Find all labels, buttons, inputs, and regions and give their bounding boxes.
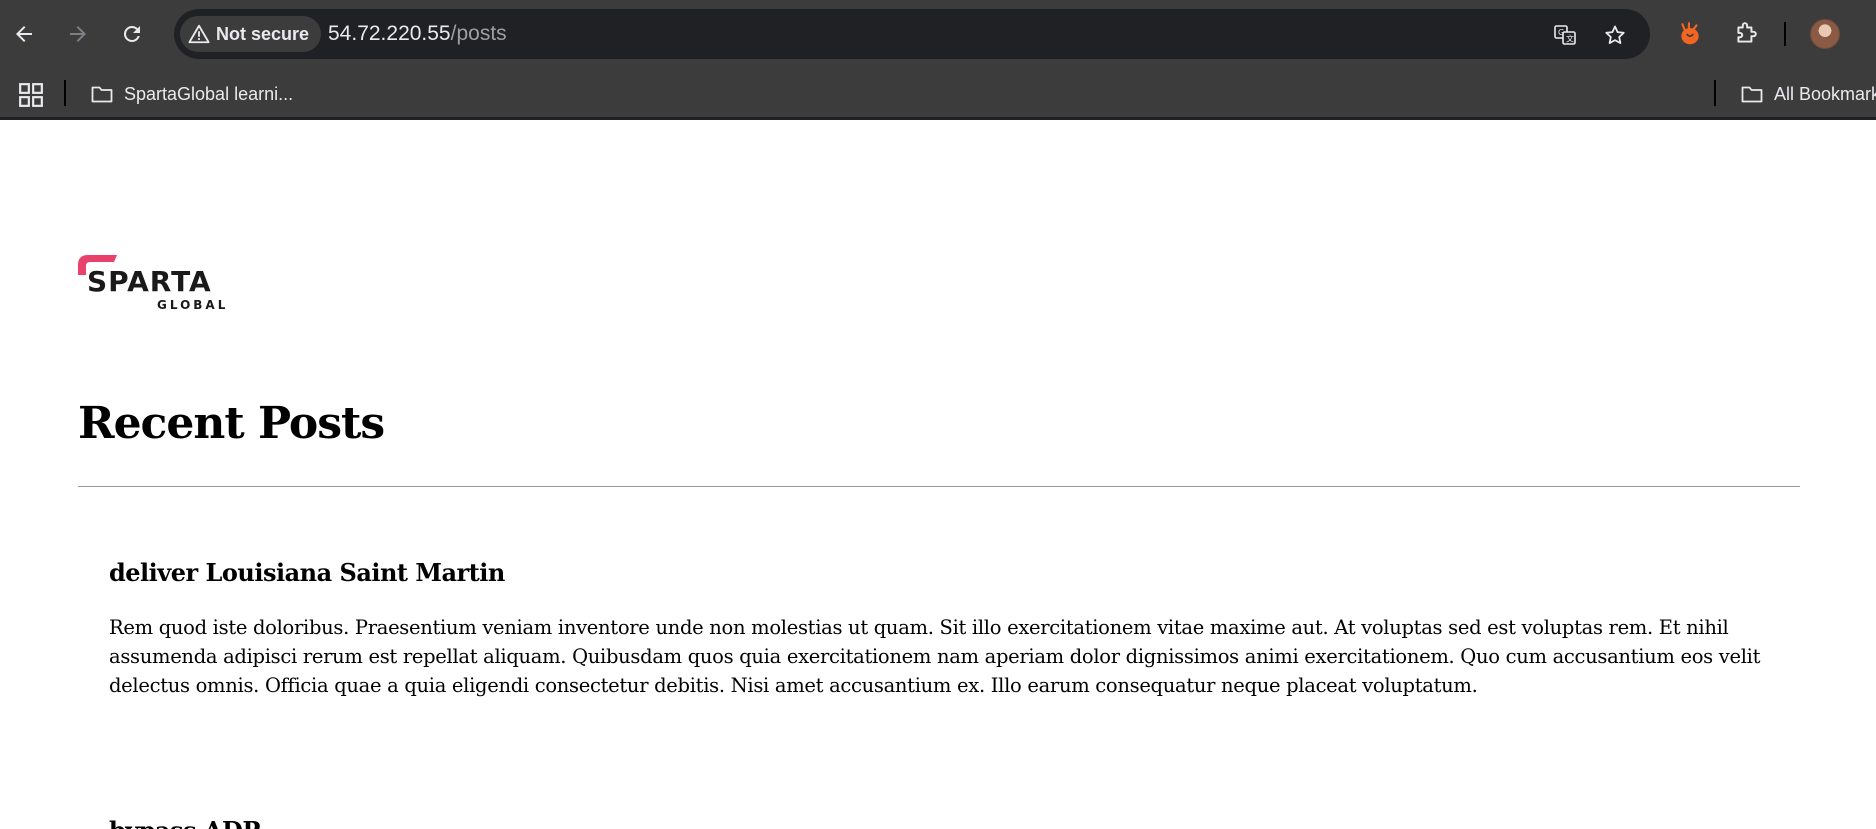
address-bar[interactable]: Not secure 54.72.220.55/posts G 文: [174, 9, 1650, 59]
translate-icon: G 文: [1554, 25, 1576, 45]
site-info-chip[interactable]: Not secure: [180, 16, 322, 52]
all-bookmarks-button[interactable]: All Bookmarks: [1740, 78, 1876, 110]
extension-button[interactable]: [1672, 16, 1708, 52]
post-item: bypass ADP: [109, 816, 1769, 829]
folder-icon: [91, 86, 113, 103]
translate-button[interactable]: G 文: [1552, 22, 1578, 48]
sparta-global-logo[interactable]: SPARTA GLOBAL: [78, 253, 234, 313]
logo-text: SPARTA: [87, 265, 212, 298]
bookmark-star-button[interactable]: [1602, 22, 1628, 48]
back-arrow-icon: [16, 26, 32, 42]
star-icon: [1605, 25, 1625, 44]
orange-extension-icon: [1681, 22, 1699, 45]
browser-toolbar: Not secure 54.72.220.55/posts G 文: [0, 0, 1876, 68]
logo-subtext: GLOBAL: [157, 298, 228, 312]
reload-button[interactable]: [114, 16, 150, 52]
post-item: deliver Louisiana Saint Martin Rem quod …: [109, 558, 1769, 700]
avatar[interactable]: [1810, 19, 1840, 49]
forward-arrow-icon: [70, 26, 86, 42]
bookmarks-divider: [64, 80, 66, 106]
bookmark-label: SpartaGlobal learni...: [124, 83, 294, 104]
security-label: Not secure: [216, 23, 310, 44]
folder-icon: [1741, 86, 1763, 103]
warning-triangle-icon: [188, 24, 210, 44]
divider: [78, 486, 1800, 487]
toolbar-divider: [1784, 22, 1786, 46]
url-text[interactable]: 54.72.220.55/posts: [328, 9, 507, 59]
puzzle-icon: [1737, 22, 1757, 43]
svg-text:G: G: [1558, 28, 1564, 37]
page-title: Recent Posts: [78, 398, 385, 449]
bookmarks-divider: [1714, 80, 1716, 106]
page-content: SPARTA GLOBAL Recent Posts deliver Louis…: [0, 120, 1876, 829]
post-title[interactable]: deliver Louisiana Saint Martin: [109, 558, 1769, 587]
post-body: Rem quod iste doloribus. Praesentium ven…: [109, 616, 1761, 697]
svg-text:文: 文: [1566, 34, 1574, 44]
forward-button[interactable]: [60, 16, 96, 52]
url-path: /posts: [450, 22, 507, 45]
apps-grid-icon[interactable]: [18, 82, 44, 108]
bookmarks-bar: SpartaGlobal learni... All Bookmarks: [0, 68, 1876, 120]
reload-icon: [123, 25, 140, 42]
all-bookmarks-label: All Bookmarks: [1774, 83, 1876, 104]
extensions-menu-button[interactable]: [1728, 16, 1764, 52]
back-button[interactable]: [6, 16, 42, 52]
bookmark-folder-spartaglobal[interactable]: SpartaGlobal learni...: [90, 78, 293, 110]
url-host: 54.72.220.55: [328, 22, 451, 45]
post-title[interactable]: bypass ADP: [109, 816, 1769, 829]
